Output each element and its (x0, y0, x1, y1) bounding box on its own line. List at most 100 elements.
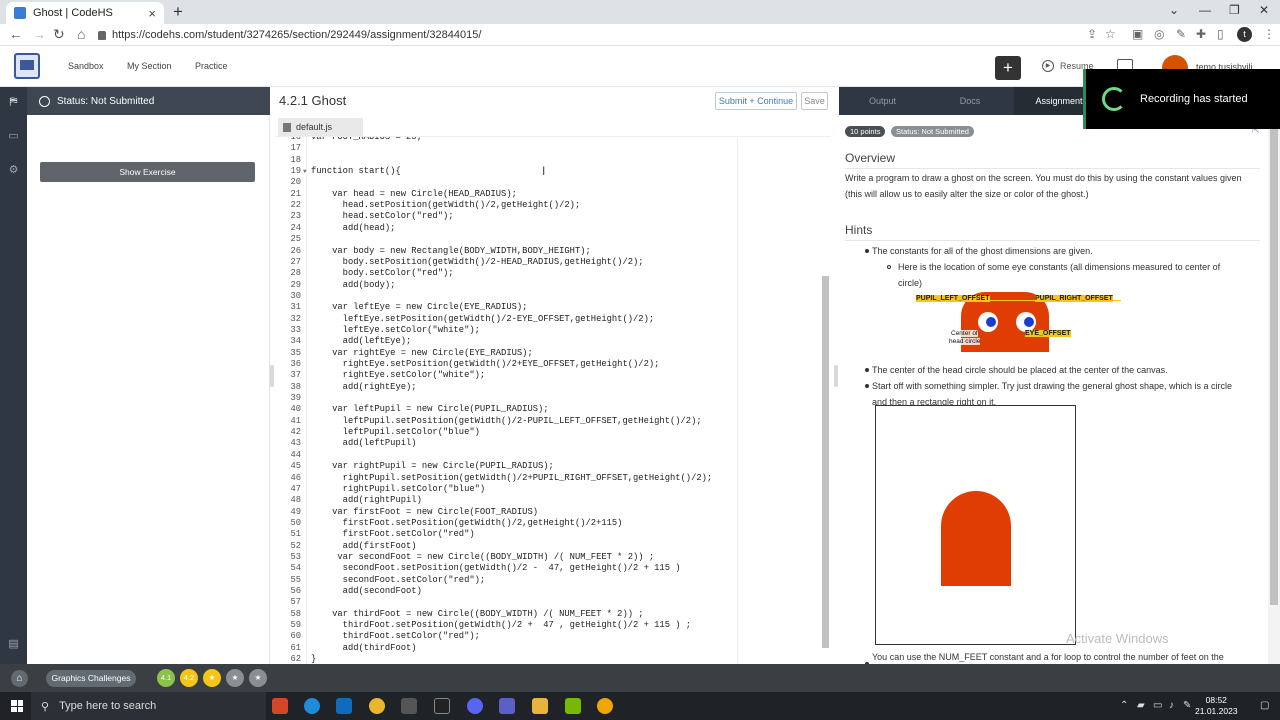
left-splitter-handle[interactable] (270, 365, 274, 387)
code-line[interactable]: 32 leftEye.setPosition(getWidth()/2-EYE_… (276, 314, 821, 325)
code-line[interactable]: 59 thirdFoot.setPosition(getWidth()/2 + … (276, 620, 821, 631)
code-line[interactable]: 50 firstFoot.setPosition(getWidth()/2,ge… (276, 518, 821, 529)
code-line[interactable]: 47 rightPupil.setColor("blue") (276, 484, 821, 495)
code-editor[interactable]: 16 var FOOT_RADIUS = 25; 17 18 19 ▼ function s… (276, 136, 831, 664)
file-explorer-icon[interactable] (532, 698, 548, 714)
home-icon[interactable]: ⌂ (11, 670, 28, 687)
browser-tab[interactable]: Ghost | CodeHS × (6, 2, 164, 24)
reload-icon[interactable]: ↻ (53, 26, 65, 43)
show-exercise-button[interactable]: Show Exercise (40, 162, 255, 182)
code-line[interactable]: 40 var leftPupil = new Circle(PUPIL_RADI… (276, 404, 821, 415)
code-line[interactable]: 18 (276, 155, 821, 166)
code-line[interactable]: 48 add(rightPupil) (276, 495, 821, 506)
code-line[interactable]: 34 add(leftEye); (276, 336, 821, 347)
nav-sandbox[interactable]: Sandbox (68, 61, 104, 71)
notifications-icon[interactable]: ▢ (1260, 700, 1269, 711)
code-line[interactable]: 52 add(firstFoot) (276, 541, 821, 552)
restore-icon[interactable]: ❐ (1229, 3, 1240, 17)
code-line[interactable]: 61 add(thirdFoot) (276, 643, 821, 654)
code-line[interactable]: 26 var body = new Rectangle(BODY_WIDTH,B… (276, 246, 821, 257)
new-tab-icon[interactable]: + (173, 2, 183, 22)
code-line[interactable]: 23 head.setColor("red"); (276, 211, 821, 222)
tab-docs[interactable]: Docs (926, 87, 1014, 115)
code-line[interactable]: 46 rightPupil.setPosition(getWidth()/2+P… (276, 473, 821, 484)
nvidia-icon[interactable] (565, 698, 581, 714)
clock[interactable]: 08:52 21.01.2023 (1195, 695, 1238, 717)
code-line[interactable]: 20 (276, 177, 821, 188)
code-line[interactable]: 55 secondFoot.setColor("red"); (276, 575, 821, 586)
editor-scrollbar[interactable] (822, 140, 829, 658)
book-icon[interactable]: ▭ (7, 130, 20, 143)
codehs-logo-icon[interactable] (14, 53, 40, 79)
extension-icon[interactable]: ◎ (1154, 27, 1164, 41)
module-breadcrumb[interactable]: Graphics Challenges (46, 670, 136, 687)
close-tab-icon[interactable]: × (148, 6, 156, 21)
code-line[interactable]: 30 (276, 291, 821, 302)
map-icon[interactable]: ⛿ (7, 96, 20, 109)
edge-icon[interactable] (304, 698, 320, 714)
bookmark-star-icon[interactable]: ☆ (1105, 27, 1116, 41)
code-line[interactable]: 25 (276, 234, 821, 245)
editor-scrollbar-thumb[interactable] (822, 276, 829, 648)
tray-chevron-icon[interactable]: ⌃ (1120, 700, 1128, 711)
code-line[interactable]: 27 body.setPosition(getWidth()/2-HEAD_RA… (276, 257, 821, 268)
code-line[interactable]: 24 add(head); (276, 223, 821, 234)
code-line[interactable]: 44 (276, 450, 821, 461)
fold-arrow-icon[interactable]: ▼ (303, 166, 307, 177)
nav-practice[interactable]: Practice (195, 61, 228, 71)
code-line[interactable]: 53 var secondFoot = new Circle((BODY_WID… (276, 552, 821, 563)
code-line[interactable]: 43 add(leftPupil) (276, 438, 821, 449)
code-line[interactable]: 33 leftEye.setColor("white"); (276, 325, 821, 336)
tab-output[interactable]: Output (839, 87, 926, 115)
code-line[interactable]: 56 add(secondFoot) (276, 586, 821, 597)
volume-icon[interactable]: ♪ (1169, 700, 1174, 711)
code-line[interactable]: 51 firstFoot.setColor("red") (276, 529, 821, 540)
side-panel-icon[interactable]: ▯ (1217, 27, 1224, 41)
code-line[interactable]: 62} (276, 654, 821, 664)
browser-menu-icon[interactable]: ⋮ (1263, 27, 1275, 41)
code-line[interactable]: 58 var thirdFoot = new Circle((BODY_WIDT… (276, 609, 821, 620)
code-line[interactable]: 42 leftPupil.setColor("blue") (276, 427, 821, 438)
lesson-dot[interactable]: 4.1 (157, 669, 175, 687)
battery-icon[interactable]: ▭ (1153, 700, 1162, 711)
collapse-sidebar-icon[interactable]: ▤ (7, 638, 20, 651)
windows-start-icon[interactable] (11, 700, 23, 712)
extensions-puzzle-icon[interactable]: ✚ (1196, 27, 1206, 41)
powerpoint-icon[interactable] (272, 698, 288, 714)
minimize-icon[interactable]: — (1199, 3, 1211, 17)
code-line[interactable]: 39 (276, 393, 821, 404)
code-line[interactable]: 35 var rightEye = new Circle(EYE_RADIUS)… (276, 348, 821, 359)
code-line[interactable]: 49 var firstFoot = new Circle(FOOT_RADIU… (276, 507, 821, 518)
code-line[interactable]: 60 thirdFoot.setColor("red"); (276, 631, 821, 642)
extension-icon[interactable]: ▣ (1132, 27, 1143, 41)
app-icon[interactable] (597, 698, 613, 714)
code-line[interactable]: 54 secondFoot.setPosition(getWidth()/2 -… (276, 563, 821, 574)
submit-continue-button[interactable]: Submit + Continue (715, 92, 797, 110)
assignment-scrollbar-thumb[interactable] (1270, 127, 1278, 605)
code-line[interactable]: 37 rightEye.setColor("white"); (276, 370, 821, 381)
code-line[interactable]: 29 add(body); (276, 280, 821, 291)
code-line[interactable]: 22 head.setPosition(getWidth()/2,getHeig… (276, 200, 821, 211)
window-close-icon[interactable]: ✕ (1259, 3, 1269, 17)
url-field[interactable]: https://codehs.com/student/3274265/secti… (98, 26, 1078, 44)
right-splitter-handle[interactable] (834, 365, 838, 387)
code-line[interactable]: 38 add(rightEye); (276, 382, 821, 393)
assignment-scrollbar[interactable] (1268, 115, 1280, 664)
share-icon[interactable]: ⇪ (1087, 27, 1097, 41)
code-line[interactable]: 31 var leftEye = new Circle(EYE_RADIUS); (276, 302, 821, 313)
code-line[interactable]: 17 (276, 143, 821, 154)
extension-icon[interactable]: ✎ (1176, 27, 1186, 41)
code-line[interactable]: 16 var FOOT_RADIUS = 25; (276, 137, 821, 143)
code-line[interactable]: 36 rightEye.setPosition(getWidth()/2+EYE… (276, 359, 821, 370)
nav-my-section[interactable]: My Section (127, 61, 172, 71)
lesson-dot[interactable]: 4.2 (180, 669, 198, 687)
back-icon[interactable]: ← (9, 26, 23, 42)
home-browser-icon[interactable]: ⌂ (77, 26, 85, 42)
epic-games-icon[interactable] (434, 698, 450, 714)
store-icon[interactable] (401, 698, 417, 714)
discord-icon[interactable] (467, 698, 483, 714)
profile-avatar[interactable]: t (1237, 27, 1252, 42)
lesson-dot[interactable]: ★ (249, 669, 267, 687)
code-line[interactable]: 45 var rightPupil = new Circle(PUPIL_RAD… (276, 461, 821, 472)
chrome-icon[interactable] (369, 698, 385, 714)
